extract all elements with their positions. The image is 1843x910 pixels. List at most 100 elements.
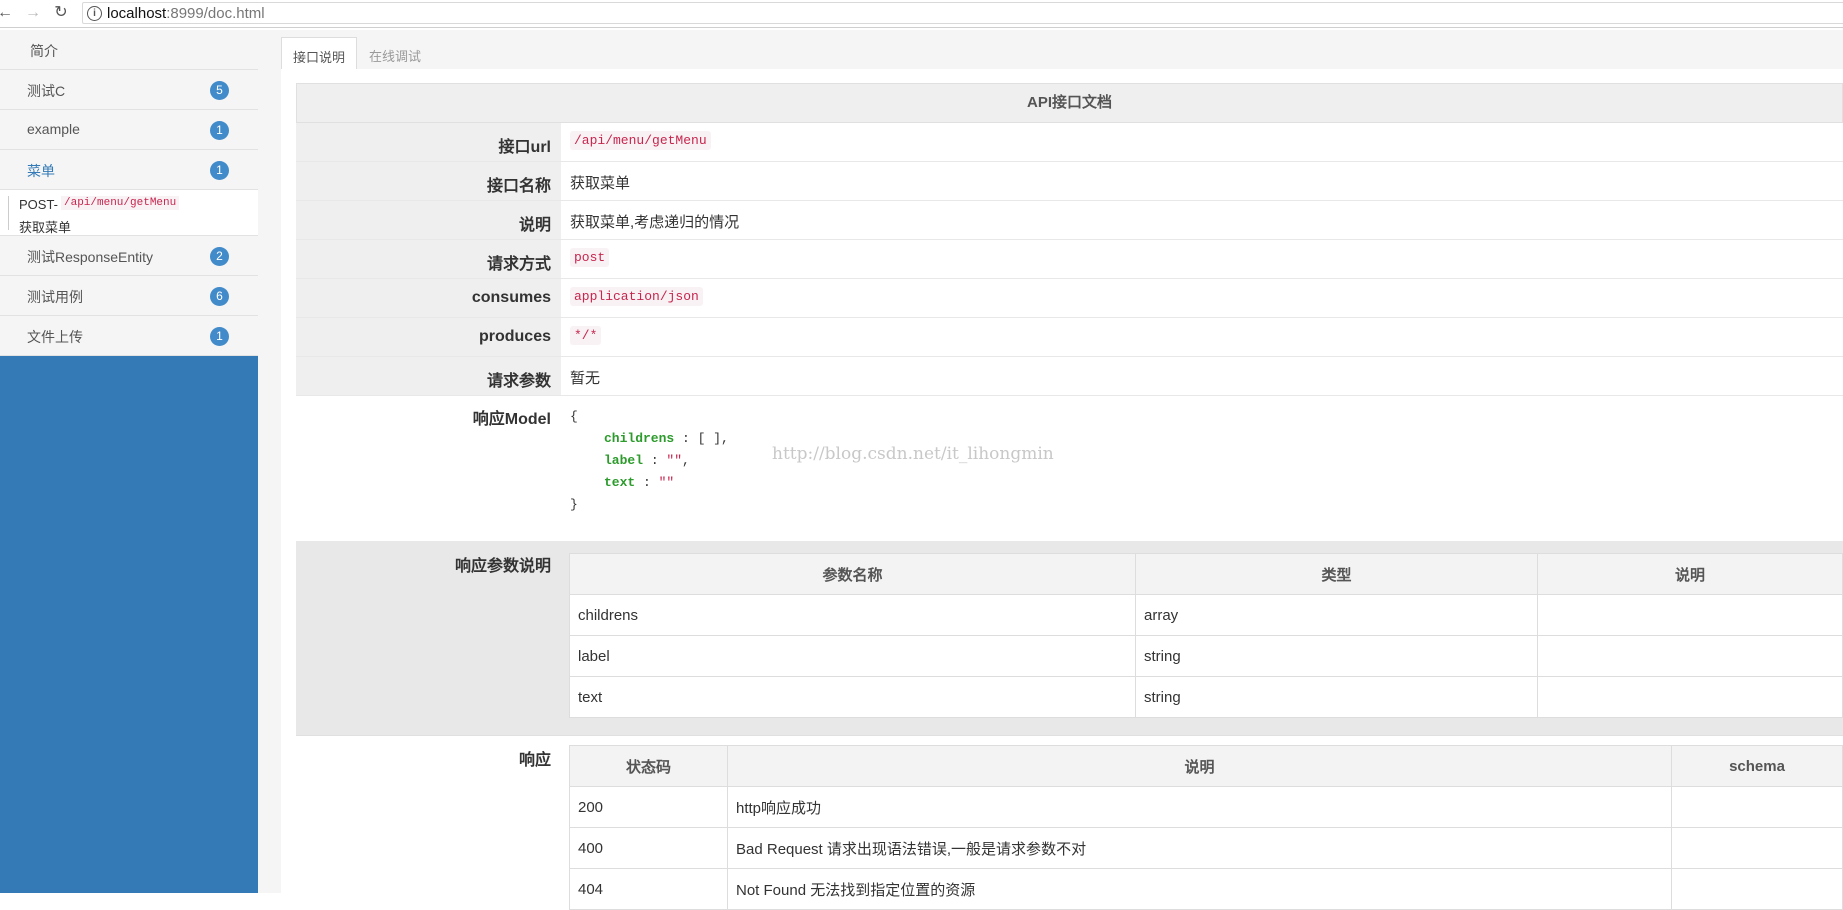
json-sep: : bbox=[635, 475, 659, 490]
row-label: 响应 bbox=[296, 736, 561, 893]
row-value: 获取菜单 bbox=[570, 175, 631, 192]
json-value: "" bbox=[666, 453, 683, 468]
table-row: 400 Bad Request 请求出现语法错误,一般是请求参数不对 bbox=[569, 827, 1843, 869]
table-cell bbox=[1537, 676, 1843, 718]
api-name: 获取菜单 bbox=[19, 220, 72, 235]
sidebar-subitem-get-menu[interactable]: POST- /api/menu/getMenu 获取菜单 bbox=[0, 190, 258, 236]
row-label: 请求参数 bbox=[296, 357, 561, 395]
row-response-model: 响应Model { childrens : [ ], label : "", t… bbox=[296, 396, 1843, 542]
count-badge: 1 bbox=[210, 161, 229, 180]
column-header: schema bbox=[1671, 745, 1843, 787]
row-description: 说明 获取菜单,考虑递归的情况 bbox=[296, 201, 1843, 240]
tree-line bbox=[8, 196, 9, 230]
responses-table: 状态码 说明 schema 200 http响应成功 400 Bad Reque… bbox=[569, 745, 1843, 910]
column-header: 状态码 bbox=[569, 745, 728, 787]
row-value: 暂无 bbox=[570, 370, 601, 387]
table-row: 404 Not Found 无法找到指定位置的资源 bbox=[569, 868, 1843, 910]
row-value: 获取菜单,考虑递归的情况 bbox=[570, 214, 740, 231]
table-cell: label bbox=[569, 635, 1136, 677]
address-bar[interactable]: i localhost:8999/doc.html bbox=[82, 2, 1843, 24]
sidebar-menu: 简介 测试C 5 example 1 菜单 1 POST- /api/menu/… bbox=[0, 30, 258, 356]
table-row: text string bbox=[569, 676, 1843, 718]
table-row: childrens array bbox=[569, 594, 1843, 636]
watermark: http://blog.csdn.net/it_lihongmin bbox=[772, 444, 1054, 464]
consumes-code: application/json bbox=[570, 287, 703, 306]
table-cell: string bbox=[1135, 635, 1538, 677]
column-header: 说明 bbox=[727, 745, 1672, 787]
sidebar-item-label: example bbox=[27, 121, 80, 137]
count-badge: 1 bbox=[210, 327, 229, 346]
row-value: { childrens : [ ], label : "", text : ""… bbox=[561, 396, 1843, 541]
json-key: label bbox=[604, 453, 644, 468]
table-cell bbox=[1671, 868, 1843, 910]
back-arrow-icon[interactable]: ← bbox=[0, 4, 14, 22]
json-sep: : bbox=[643, 453, 667, 468]
produces-code: */* bbox=[570, 326, 602, 345]
sidebar-item-menu[interactable]: 菜单 1 bbox=[0, 150, 258, 190]
table-cell: http响应成功 bbox=[727, 786, 1672, 828]
tab-api-description[interactable]: 接口说明 bbox=[281, 37, 358, 69]
api-url-code: /api/menu/getMenu bbox=[570, 131, 711, 150]
row-value: /api/menu/getMenu bbox=[561, 123, 1843, 161]
row-responses: 响应 状态码 说明 schema 200 http响应成功 400 Bad Re… bbox=[296, 736, 1843, 910]
sidebar-item-intro[interactable]: 简介 bbox=[0, 30, 258, 70]
count-badge: 6 bbox=[210, 287, 229, 306]
column-header: 说明 bbox=[1537, 553, 1843, 595]
tab-online-debug[interactable]: 在线调试 bbox=[358, 37, 432, 69]
sidebar-item-file-upload[interactable]: 文件上传 1 bbox=[0, 316, 258, 356]
count-badge: 2 bbox=[210, 247, 229, 266]
url-text[interactable]: localhost:8999/doc.html bbox=[107, 5, 265, 22]
json-key: childrens bbox=[604, 431, 675, 446]
table-cell bbox=[1537, 594, 1843, 636]
table-row: label string bbox=[569, 635, 1843, 677]
table-cell: Not Found 无法找到指定位置的资源 bbox=[727, 868, 1672, 910]
table-header-row: 状态码 说明 schema bbox=[569, 745, 1843, 787]
table-cell: string bbox=[1135, 676, 1538, 718]
table-row: 200 http响应成功 bbox=[569, 786, 1843, 828]
sidebar: 简介 测试C 5 example 1 菜单 1 POST- /api/menu/… bbox=[0, 30, 258, 893]
table-header-row: 参数名称 类型 说明 bbox=[569, 553, 1843, 595]
row-value: post bbox=[561, 240, 1843, 278]
row-api-url: 接口url /api/menu/getMenu bbox=[296, 123, 1843, 162]
row-value: application/json bbox=[561, 279, 1843, 317]
api-doc-content: API接口文档 接口url /api/menu/getMenu 接口名称 获取菜… bbox=[281, 69, 1843, 910]
table-cell bbox=[1537, 635, 1843, 677]
column-header: 类型 bbox=[1135, 553, 1538, 595]
row-value: */* bbox=[561, 318, 1843, 356]
row-api-name: 接口名称 获取菜单 bbox=[296, 162, 1843, 201]
main-panel: 接口说明 在线调试 API接口文档 接口url /api/menu/getMen… bbox=[258, 30, 1843, 910]
table-cell: text bbox=[569, 676, 1136, 718]
json-sep: : [ ], bbox=[674, 431, 729, 446]
sidebar-item-label: 菜单 bbox=[27, 163, 55, 179]
sidebar-item-label: 测试C bbox=[27, 83, 66, 99]
row-consumes: consumes application/json bbox=[296, 279, 1843, 318]
response-params-table: 参数名称 类型 说明 childrens array label string … bbox=[569, 553, 1843, 718]
row-label: produces bbox=[296, 318, 561, 356]
table-cell: 200 bbox=[569, 786, 728, 828]
sidebar-item-label: 测试用例 bbox=[27, 289, 83, 305]
sidebar-item-test-c[interactable]: 测试C 5 bbox=[0, 70, 258, 110]
info-icon[interactable]: i bbox=[87, 6, 102, 21]
json-line: childrens : [ ], bbox=[570, 428, 729, 450]
table-cell: childrens bbox=[569, 594, 1136, 636]
row-request-params: 请求参数 暂无 bbox=[296, 357, 1843, 396]
sidebar-item-response-entity[interactable]: 测试ResponseEntity 2 bbox=[0, 236, 258, 276]
browser-toolbar: ← → ↻ i localhost:8999/doc.html bbox=[0, 0, 1843, 28]
row-label: 请求方式 bbox=[296, 240, 561, 278]
reload-icon[interactable]: ↻ bbox=[52, 4, 70, 22]
sidebar-item-test-cases[interactable]: 测试用例 6 bbox=[0, 276, 258, 316]
row-response-params: 响应参数说明 参数名称 类型 说明 childrens array label … bbox=[296, 542, 1843, 736]
sidebar-item-label: 简介 bbox=[30, 43, 58, 59]
sidebar-item-example[interactable]: example 1 bbox=[0, 110, 258, 150]
row-label: 响应Model bbox=[296, 396, 561, 541]
row-request-method: 请求方式 post bbox=[296, 240, 1843, 279]
table-cell: 400 bbox=[569, 827, 728, 869]
table-cell: array bbox=[1135, 594, 1538, 636]
forward-arrow-icon[interactable]: → bbox=[24, 4, 42, 22]
row-label: 接口url bbox=[296, 123, 561, 161]
sidebar-item-label: 文件上传 bbox=[27, 329, 83, 345]
json-value: "" bbox=[658, 475, 675, 490]
table-cell bbox=[1671, 786, 1843, 828]
row-label: 说明 bbox=[296, 201, 561, 239]
table-cell: Bad Request 请求出现语法错误,一般是请求参数不对 bbox=[727, 827, 1672, 869]
